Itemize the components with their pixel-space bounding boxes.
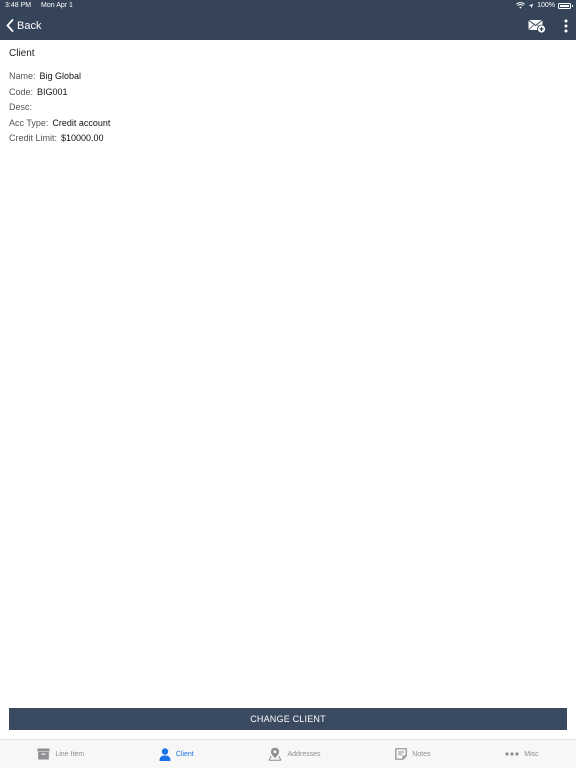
tab-line-item[interactable]: Line Item (37, 748, 84, 760)
map-pin-icon (269, 747, 282, 761)
status-time: 3:48 PM (5, 2, 32, 9)
field-label: Code: (9, 86, 34, 97)
mail-plus-icon (528, 19, 546, 33)
tab-bar: Line Item Client Addresses Notes Misc (0, 739, 576, 768)
nav-actions (528, 19, 568, 33)
tab-label: Client (175, 750, 194, 758)
field-name: Name: Big Global (9, 69, 567, 85)
field-credit-limit: Credit Limit: $10000.00 (9, 131, 567, 147)
field-acc-type: Acc Type: Credit account (9, 116, 567, 132)
status-date: Mon Apr 1 (41, 2, 73, 9)
notes-icon (395, 748, 408, 760)
tab-misc[interactable]: Misc (505, 750, 539, 758)
vertical-dots-icon (564, 19, 568, 32)
status-bar: 3:48 PM Mon Apr 1 100% (0, 0, 576, 11)
person-icon (159, 747, 171, 761)
tab-label: Misc (524, 750, 539, 758)
tab-label: Notes (412, 750, 431, 758)
change-client-button[interactable]: CHANGE CLIENT (9, 708, 567, 730)
chevron-left-icon (6, 19, 14, 32)
archive-box-icon (37, 748, 50, 760)
field-value: $10000.00 (61, 133, 104, 143)
email-add-button[interactable] (528, 19, 546, 33)
battery-icon (558, 2, 573, 9)
back-button[interactable]: Back (6, 19, 41, 32)
status-left: 3:48 PM Mon Apr 1 (5, 2, 81, 9)
field-label: Acc Type: (9, 117, 49, 128)
field-label: Desc: (9, 102, 33, 112)
battery-percent: 100% (537, 2, 555, 9)
tab-notes[interactable]: Notes (395, 748, 431, 760)
status-right: 100% (516, 2, 573, 9)
field-desc: Desc: (9, 100, 567, 116)
field-code: Code: BIG001 (9, 85, 567, 101)
field-value: Big Global (39, 71, 82, 81)
field-value: Credit account (52, 117, 111, 128)
field-value: BIG001 (37, 86, 68, 97)
wifi-icon (516, 2, 526, 9)
field-label: Name: (9, 71, 36, 81)
tab-addresses[interactable]: Addresses (268, 747, 321, 761)
field-label: Credit Limit: (9, 133, 58, 143)
tab-label: Addresses (287, 750, 321, 758)
client-details: Client Name: Big Global Code: BIG001 Desc:… (9, 48, 567, 147)
tab-client[interactable]: Client (159, 747, 194, 761)
tab-label: Line Item (55, 750, 85, 758)
more-dots-icon (505, 752, 519, 756)
section-title: Client (9, 48, 35, 59)
more-options-button[interactable] (564, 19, 568, 33)
location-arrow-icon (528, 3, 534, 8)
back-label: Back (17, 19, 42, 32)
nav-bar: Back (0, 11, 576, 40)
